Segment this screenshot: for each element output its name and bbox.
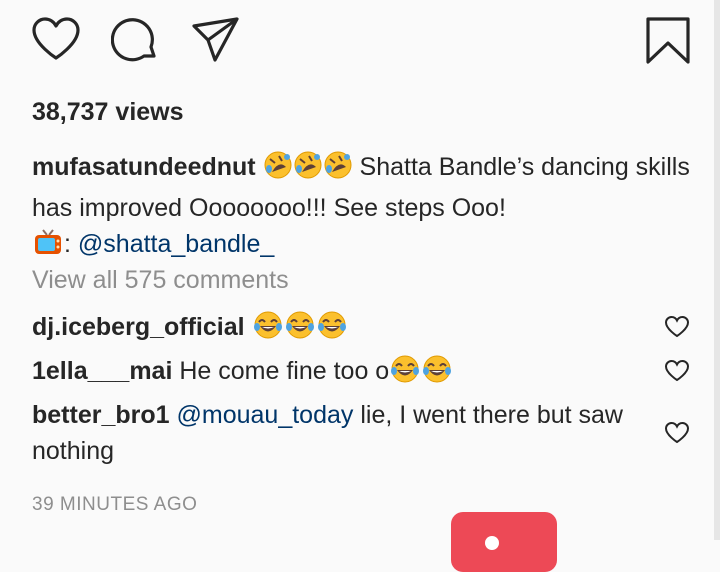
scroll-edge bbox=[714, 0, 720, 540]
comment-bubble-icon[interactable] bbox=[111, 16, 161, 64]
view-all-comments-link[interactable]: View all 575 comments bbox=[32, 266, 289, 295]
comment-item: better_bro1 @mouau_today lie, I went the… bbox=[32, 397, 642, 469]
rofl-emoji-icon bbox=[293, 150, 323, 190]
comment-username[interactable]: 1ella___mai bbox=[32, 357, 172, 385]
laughing-emoji-icon bbox=[389, 354, 421, 394]
comment-like-heart-icon[interactable] bbox=[664, 315, 690, 339]
comment-mention[interactable]: @mouau_today bbox=[177, 401, 354, 429]
comment-username[interactable]: better_bro1 bbox=[32, 401, 170, 429]
like-heart-icon[interactable] bbox=[31, 16, 81, 64]
rofl-emoji-icon bbox=[263, 150, 293, 190]
laughing-emoji-icon bbox=[421, 354, 453, 394]
share-plane-icon[interactable] bbox=[191, 16, 241, 64]
save-bookmark-icon[interactable] bbox=[645, 16, 691, 66]
caption-mention[interactable]: @shatta_bandle_ bbox=[78, 230, 274, 258]
laughing-emoji-icon bbox=[316, 310, 348, 350]
laughing-emoji-icon bbox=[284, 310, 316, 350]
caption-tv-suffix: : bbox=[64, 230, 78, 258]
tv-emoji-icon bbox=[32, 227, 64, 267]
rofl-emoji-icon bbox=[323, 150, 353, 190]
comment-like-heart-icon[interactable] bbox=[664, 421, 690, 445]
caption-username[interactable]: mufasatundeednut bbox=[32, 153, 256, 181]
comment-like-heart-icon[interactable] bbox=[664, 359, 690, 383]
comment-username[interactable]: dj.iceberg_official bbox=[32, 313, 245, 341]
comment-item: dj.iceberg_official bbox=[32, 309, 642, 350]
laughing-emoji-icon bbox=[252, 310, 284, 350]
post-timestamp: 39 MINUTES AGO bbox=[32, 494, 198, 515]
post-caption: mufasatundeednut Shatta Bandle’s dancing… bbox=[32, 149, 702, 267]
fab-icon bbox=[485, 536, 499, 550]
floating-action-button[interactable] bbox=[451, 512, 557, 572]
comment-item: 1ella___mai He come fine too o bbox=[32, 353, 642, 394]
comment-text: He come fine too o bbox=[179, 357, 390, 385]
view-count: 38,737 views bbox=[32, 98, 184, 126]
